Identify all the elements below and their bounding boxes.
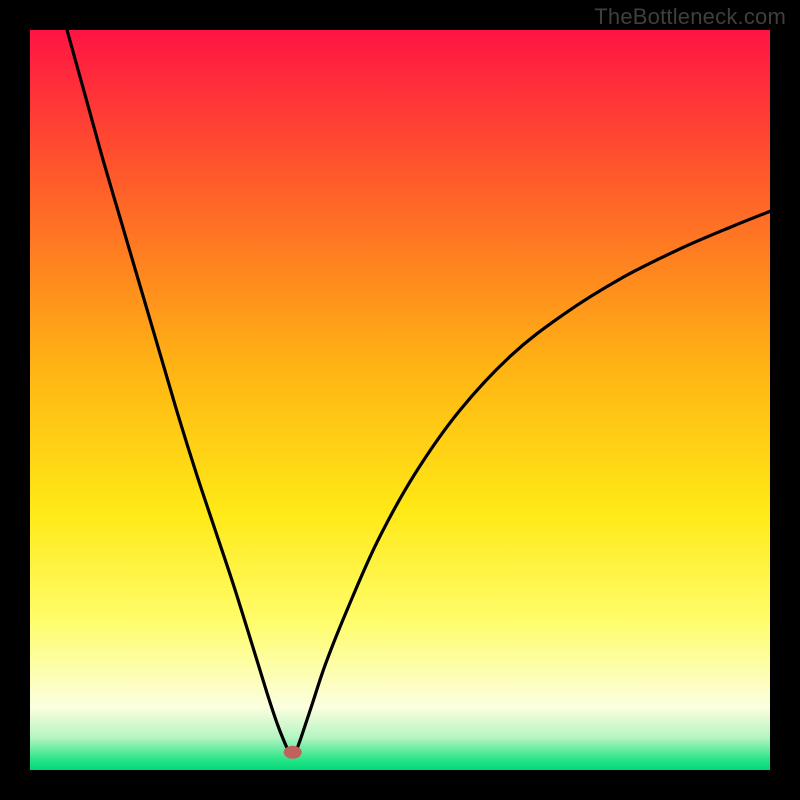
chart-svg (30, 30, 770, 770)
minimum-marker (284, 746, 302, 759)
chart-frame: TheBottleneck.com (0, 0, 800, 800)
chart-plot (30, 30, 770, 770)
watermark-text: TheBottleneck.com (594, 4, 786, 30)
chart-background (30, 30, 770, 770)
